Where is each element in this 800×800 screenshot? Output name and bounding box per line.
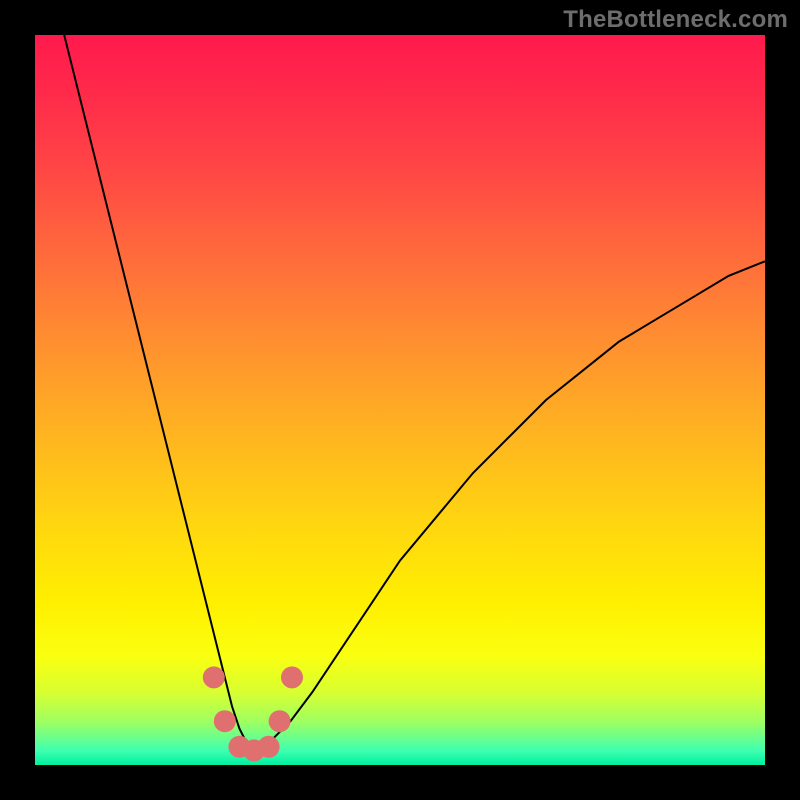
marker-dot [258,736,280,758]
chart-frame: TheBottleneck.com [0,0,800,800]
curve-markers [203,666,303,761]
marker-dot [214,710,236,732]
curve-path [64,35,765,750]
marker-dot [281,666,303,688]
chart-curve-layer [35,35,765,765]
marker-dot [203,666,225,688]
marker-dot [269,710,291,732]
watermark-label: TheBottleneck.com [563,6,788,34]
